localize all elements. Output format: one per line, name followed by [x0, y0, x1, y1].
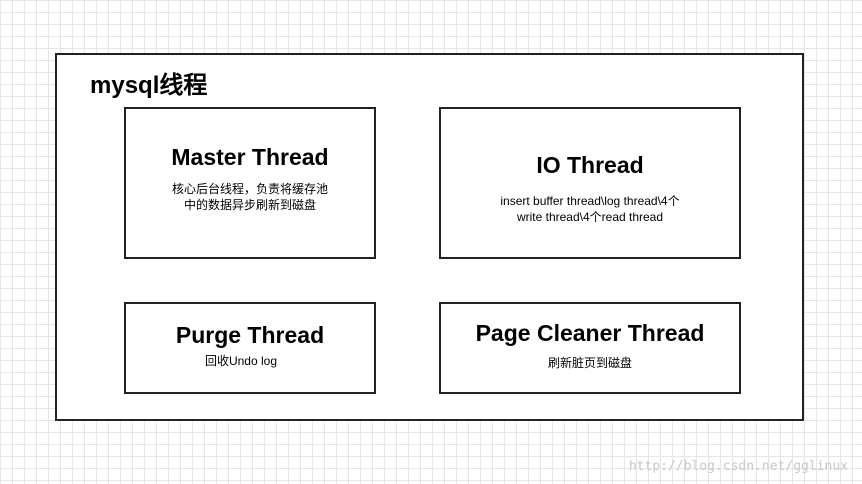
page-cleaner-thread-title: Page Cleaner Thread	[475, 320, 705, 346]
purge-thread-desc-line: 回收Undo log	[204, 354, 278, 368]
master-thread-desc-line: 核心后台线程，负责将缓存池	[171, 182, 328, 196]
io-thread-desc-line: write thread\4个read thread	[516, 210, 664, 224]
io-thread-desc-line: insert buffer thread\log thread\4个	[500, 194, 680, 208]
master-thread-desc-line: 中的数据异步刷新到磁盘	[183, 198, 316, 212]
page-cleaner-thread-box: Page Cleaner Thread 刷新脏页到磁盘	[439, 302, 741, 394]
watermark-text: http://blog.csdn.net/gglinux	[628, 459, 848, 474]
master-thread-description: 核心后台线程，负责将缓存池 中的数据异步刷新到磁盘	[126, 181, 374, 213]
page-cleaner-thread-desc-line: 刷新脏页到磁盘	[547, 356, 632, 370]
page-cleaner-thread-description: 刷新脏页到磁盘	[441, 355, 739, 371]
io-thread-title: IO Thread	[536, 152, 644, 178]
purge-thread-title: Purge Thread	[175, 322, 325, 348]
container-title: mysql线程	[90, 72, 208, 99]
purge-thread-description: 回收Undo log	[108, 353, 374, 369]
purge-thread-box: Purge Thread 回收Undo log	[124, 302, 376, 394]
master-thread-box: Master Thread 核心后台线程，负责将缓存池 中的数据异步刷新到磁盘	[124, 107, 376, 259]
io-thread-box: IO Thread insert buffer thread\log threa…	[439, 107, 741, 259]
master-thread-title: Master Thread	[171, 144, 329, 170]
io-thread-description: insert buffer thread\log thread\4个 write…	[441, 193, 739, 225]
